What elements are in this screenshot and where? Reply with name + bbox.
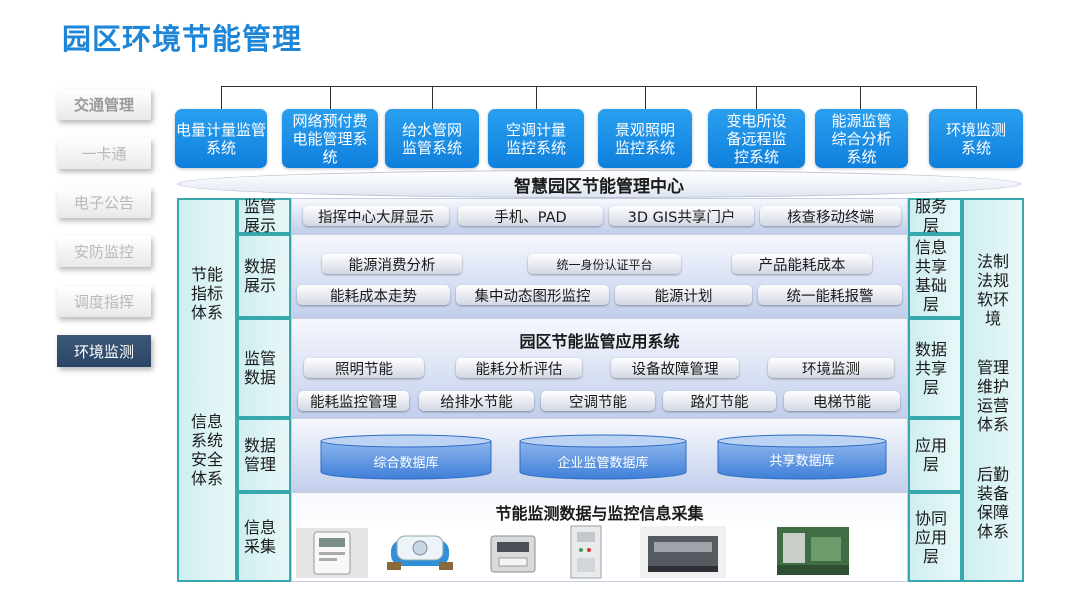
connector-line [756, 86, 757, 109]
nav-item-traffic[interactable]: 交通管理 [57, 89, 151, 120]
left-column [177, 198, 237, 582]
app-lighting-saving[interactable]: 照明节能 [304, 358, 424, 378]
layer-data-sharing: 数据共享层 [914, 339, 947, 397]
product-energy-cost[interactable]: 产品能耗成本 [732, 254, 872, 274]
system-box-prepaid-power[interactable]: 网络预付费电能管理系统 [282, 109, 378, 168]
system-box-env-monitoring[interactable]: 环境监测系统 [929, 109, 1023, 168]
equipment-room-image [777, 527, 849, 575]
app-elevator-saving[interactable]: 电梯节能 [784, 391, 900, 411]
layer-collaborative: 协同应用层 [914, 508, 947, 566]
energy-consumption-analysis[interactable]: 能源消费分析 [322, 254, 462, 274]
system-box-power-metering[interactable]: 电量计量监管系统 [175, 109, 267, 168]
left-column-top-text: 节能指标体系 [190, 264, 223, 322]
layer-info-sharing: 信息共享基础层 [914, 238, 947, 314]
connector-line [860, 86, 861, 109]
center-title: 智慧园区节能管理中心 [177, 170, 1021, 198]
left-column-bottom-text: 信息系统安全体系 [190, 412, 223, 488]
row-label-data-display: 数据展示 [243, 257, 276, 295]
connector-horizontal [221, 86, 976, 87]
app-streetlight-saving[interactable]: 路灯节能 [663, 391, 776, 411]
app-water-saving[interactable]: 给排水节能 [419, 391, 534, 411]
system-box-aircon-metering[interactable]: 空调计量监控系统 [488, 109, 584, 168]
display-mobile-terminal[interactable]: 核查移动终端 [760, 206, 901, 226]
row-label-display: 监管展示 [243, 197, 276, 235]
app-aircon-saving[interactable]: 空调节能 [541, 391, 655, 411]
nav-item-environment[interactable]: 环境监测 [57, 335, 151, 367]
nav-item-bulletin[interactable]: 电子公告 [57, 187, 151, 218]
right-column-logistics: 后勤装备保障体系 [976, 465, 1009, 541]
layer-application: 应用层 [914, 436, 947, 474]
page-title: 园区环境节能管理 [62, 22, 303, 56]
app-fault-management[interactable]: 设备故障管理 [611, 358, 739, 378]
right-column-management: 管理维护运营体系 [976, 358, 1009, 434]
row-label-data-management: 数据管理 [243, 436, 276, 474]
gas-meter-image [490, 535, 536, 573]
nav-item-security[interactable]: 安防监控 [57, 236, 151, 267]
nav-item-card[interactable]: 一卡通 [57, 138, 151, 169]
connector-line [976, 86, 977, 109]
database-integrated[interactable]: 综合数据库 [320, 452, 492, 471]
display-mobile[interactable]: 手机、PAD [458, 206, 603, 226]
app-env-monitoring[interactable]: 环境监测 [768, 358, 894, 378]
database-enterprise[interactable]: 企业监管数据库 [519, 452, 687, 471]
dynamic-graphic-monitoring[interactable]: 集中动态图形监控 [456, 285, 609, 305]
energy-cost-trend[interactable]: 能耗成本走势 [297, 285, 450, 305]
right-column-law: 法制法规软环境 [976, 252, 1009, 328]
connector-line [330, 86, 331, 109]
row-label-supervision-data: 监管数据 [243, 349, 276, 387]
database-shared[interactable]: 共享数据库 [717, 450, 887, 469]
display-big-screen[interactable]: 指挥中心大屏显示 [303, 206, 449, 226]
system-box-landscape-lighting[interactable]: 景观照明监控系统 [598, 109, 692, 168]
system-box-substation[interactable]: 变电所设备远程监控系统 [708, 109, 805, 168]
electric-meter-image [296, 528, 368, 578]
system-box-water-network[interactable]: 给水管网监管系统 [385, 109, 479, 168]
connector-line [432, 86, 433, 109]
app-energy-monitoring[interactable]: 能耗监控管理 [298, 391, 409, 411]
system-box-energy-analysis[interactable]: 能源监管综合分析系统 [815, 109, 908, 168]
application-system-title: 园区节能监管应用系统 [519, 332, 680, 351]
app-energy-assessment[interactable]: 能耗分析评估 [456, 358, 582, 378]
nav-item-dispatch[interactable]: 调度指挥 [57, 286, 151, 317]
collection-title: 节能监测数据与监控信息采集 [495, 504, 704, 523]
unified-auth-platform[interactable]: 统一身份认证平台 [528, 254, 681, 274]
unified-energy-alarm[interactable]: 统一能耗报警 [758, 285, 902, 305]
water-meter-image [387, 535, 453, 570]
control-cabinet-image [570, 525, 602, 579]
connector-line [645, 86, 646, 109]
connector-line [221, 86, 222, 109]
energy-plan[interactable]: 能源计划 [615, 285, 752, 305]
display-3d-gis[interactable]: 3D GIS共享门户 [609, 206, 754, 226]
connector-line [536, 86, 537, 109]
row-label-info-collection: 信息采集 [243, 518, 276, 556]
collector-device-image [640, 526, 726, 578]
layer-service: 服务层 [914, 197, 947, 235]
